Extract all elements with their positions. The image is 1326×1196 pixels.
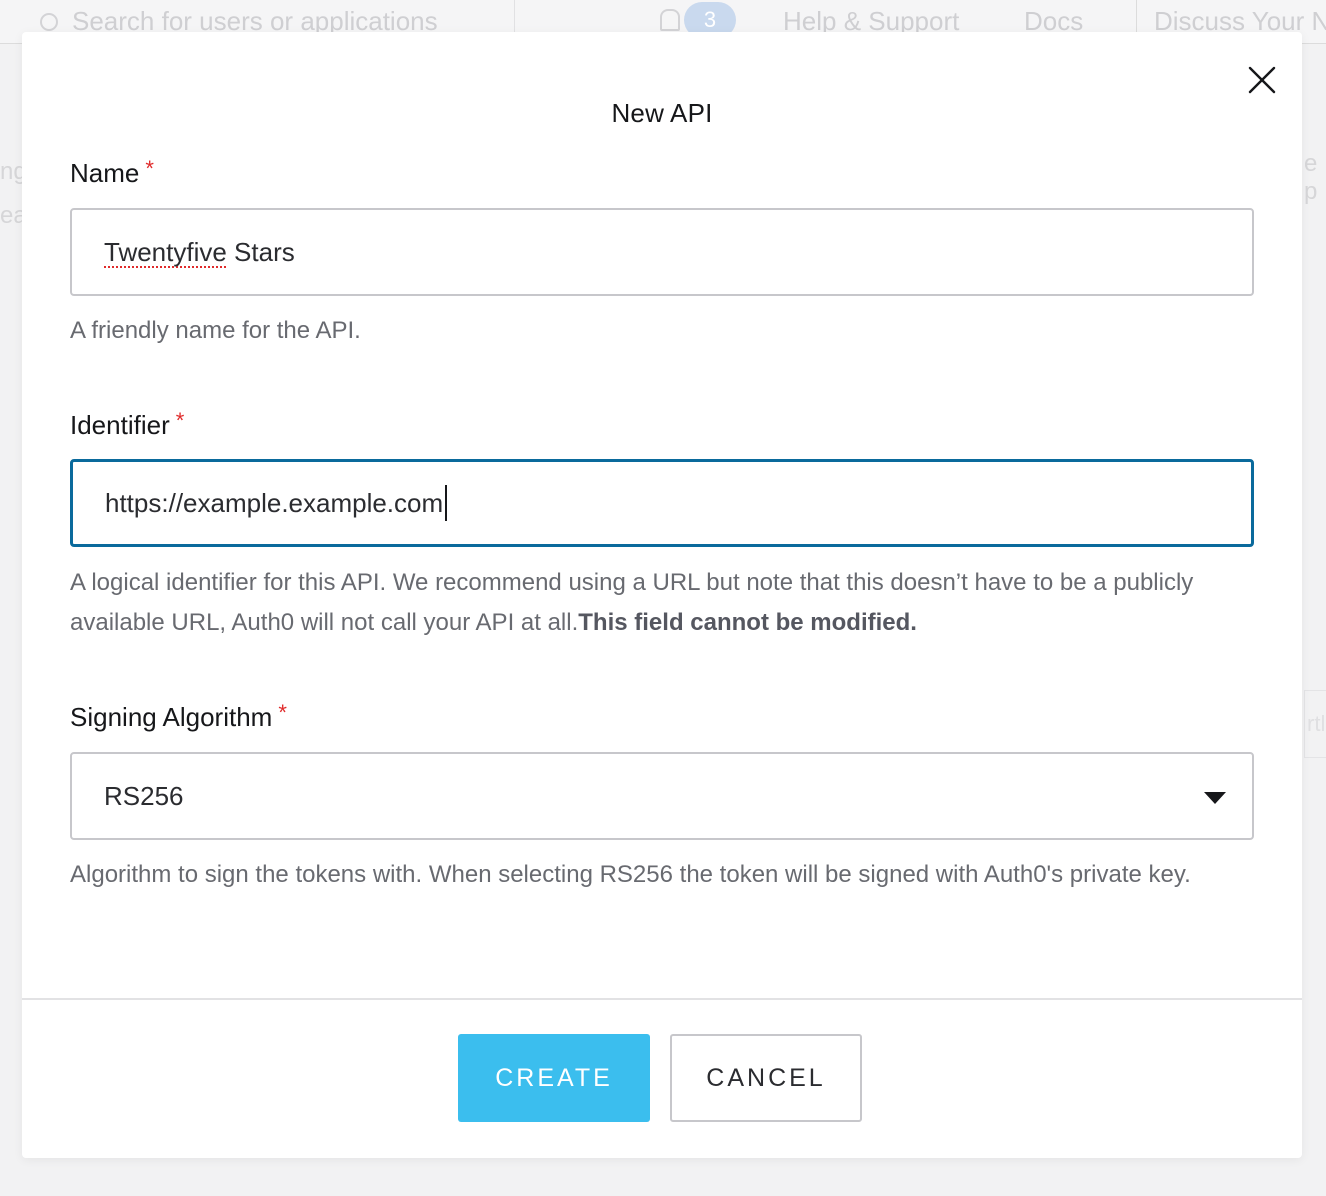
create-button[interactable]: CREATE [458,1034,650,1122]
signing-algorithm-label: Signing Algorithm * [70,700,287,733]
signing-algorithm-select[interactable]: RS256 [70,752,1254,840]
name-input[interactable]: Twentyfive Stars [70,208,1254,296]
required-asterisk: * [145,156,154,181]
identifier-value: https://example.example.com [105,487,444,518]
search-icon [40,12,58,31]
identifier-label-text: Identifier [70,410,170,440]
modal-title: New API [611,98,713,128]
background-text-fragment-left: ng ea [0,150,22,270]
identifier-help-text: A logical identifier for this API. We re… [70,563,1254,643]
text-caret [445,485,448,521]
background-text-fragment-right: e p [1304,150,1318,205]
name-label-text: Name [70,158,140,188]
close-button[interactable] [1242,60,1282,100]
new-api-modal: New API Name * Twentyfive Stars A friendl… [22,32,1302,1158]
name-value-rest: Stars [226,236,295,267]
name-value-misspelled: Twentyfive [104,236,227,267]
required-asterisk: * [278,700,287,725]
identifier-input[interactable]: https://example.example.com [70,459,1254,547]
name-label: Name * [70,156,154,189]
identifier-label: Identifier * [70,408,184,441]
bg-fragment: ea [0,202,22,229]
signing-algorithm-help-text: Algorithm to sign the tokens with. When … [70,861,1191,888]
dropdown-arrow-icon [1204,792,1226,804]
required-asterisk: * [175,408,185,433]
cancel-button[interactable]: CANCEL [670,1034,862,1122]
background-input-fragment: rtl [1304,690,1326,758]
identifier-help-bold: This field cannot be modified. [578,609,917,636]
signing-algorithm-label-text: Signing Algorithm [70,702,273,732]
close-icon [1248,66,1276,94]
bg-fragment: ng [0,158,22,185]
name-help-text: A friendly name for the API. [70,317,361,344]
signing-algorithm-value: RS256 [104,780,184,811]
bell-icon[interactable] [660,9,680,31]
footer-divider [22,998,1302,1000]
